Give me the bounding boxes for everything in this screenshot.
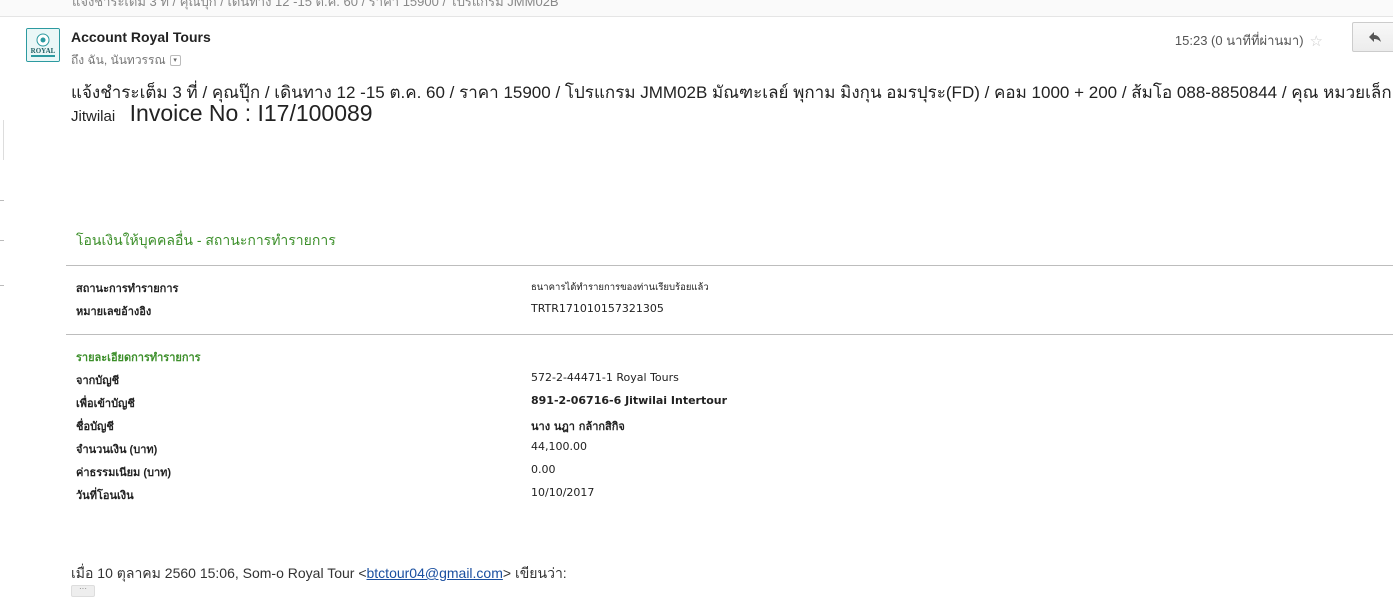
divider: [66, 334, 1393, 335]
detail-value: 44,100.00: [531, 440, 587, 453]
quote-email-link[interactable]: btctour04@gmail.com: [367, 565, 503, 581]
reply-button[interactable]: [1352, 22, 1393, 52]
invoice-number: Invoice No : I17/100089: [129, 100, 373, 126]
reply-icon: [1369, 32, 1381, 42]
left-rail-mark: [0, 240, 4, 241]
left-rail-edge: [0, 120, 4, 160]
detail-label: ค่าธรรมเนียม (บาท): [76, 467, 172, 479]
sender-avatar[interactable]: ROYAL: [26, 28, 60, 62]
detail-value: 891-2-06716-6 Jitwilai Intertour: [531, 394, 728, 407]
detail-value: 572-2-44471-1 Royal Tours: [531, 371, 679, 384]
detail-label: ชื่อบัญชี: [76, 421, 114, 433]
quote-prefix: เมื่อ 10 ตุลาคม 2560 15:06, Som-o Royal …: [71, 565, 367, 581]
left-rail-mark: [0, 285, 4, 286]
reference-value: TRTR171010157321305: [531, 302, 664, 315]
royal-logo-icon: ROYAL: [27, 29, 59, 61]
detail-value: นาง นฎา กล้ากสิกิจ: [531, 420, 625, 433]
detail-label: วันที่โอนเงิน: [76, 490, 134, 502]
subject-continuation: Jitwilai: [71, 108, 116, 125]
details-dropdown-icon[interactable]: ▾: [169, 55, 181, 66]
detail-value: 0.00: [531, 463, 556, 476]
message-subject-cont: Jitwilai Invoice No : I17/100089: [71, 100, 373, 127]
show-trimmed-content-button[interactable]: ···: [71, 585, 95, 597]
status-label: สถานะการทำรายการ: [76, 283, 179, 295]
recipient-text: ถึง ฉัน, นันทวรรณ: [71, 53, 166, 67]
detail-label: เพื่อเข้าบัญชี: [76, 398, 135, 410]
sender-name[interactable]: Account Royal Tours: [71, 29, 211, 45]
detail-label: จากบัญชี: [76, 375, 120, 387]
quote-suffix: > เขียนว่า:: [502, 565, 567, 581]
message-time: 15:23 (0 นาทีที่ผ่านมา) ☆: [1175, 30, 1323, 51]
previous-message-strip[interactable]: แจ้งชำระเต็ม 3 ที่ / คุณปุ๊ก / เดินทาง 1…: [0, 0, 1393, 17]
previous-message-snippet: แจ้งชำระเต็ม 3 ที่ / คุณปุ๊ก / เดินทาง 1…: [72, 0, 559, 9]
svg-text:ROYAL: ROYAL: [31, 47, 56, 55]
detail-label: จำนวนเงิน (บาท): [76, 444, 158, 456]
quote-header: เมื่อ 10 ตุลาคม 2560 15:06, Som-o Royal …: [71, 563, 567, 585]
star-icon[interactable]: ☆: [1310, 32, 1323, 50]
transfer-title: โอนเงินให้บุคคลอื่น - สถานะการทำรายการ: [76, 232, 336, 248]
details-title: รายละเอียดการทำรายการ: [76, 352, 201, 364]
divider: [66, 265, 1393, 266]
reference-label: หมายเลขอ้างอิง: [76, 306, 152, 318]
left-rail-mark: [0, 200, 4, 201]
detail-value: 10/10/2017: [531, 486, 595, 499]
status-value: ธนาคารได้ทำรายการของท่านเรียบร้อยแล้ว: [531, 282, 709, 293]
timestamp: 15:23 (0 นาทีที่ผ่านมา): [1174, 33, 1304, 48]
recipient-line: ถึง ฉัน, นันทวรรณ ▾: [71, 51, 181, 70]
